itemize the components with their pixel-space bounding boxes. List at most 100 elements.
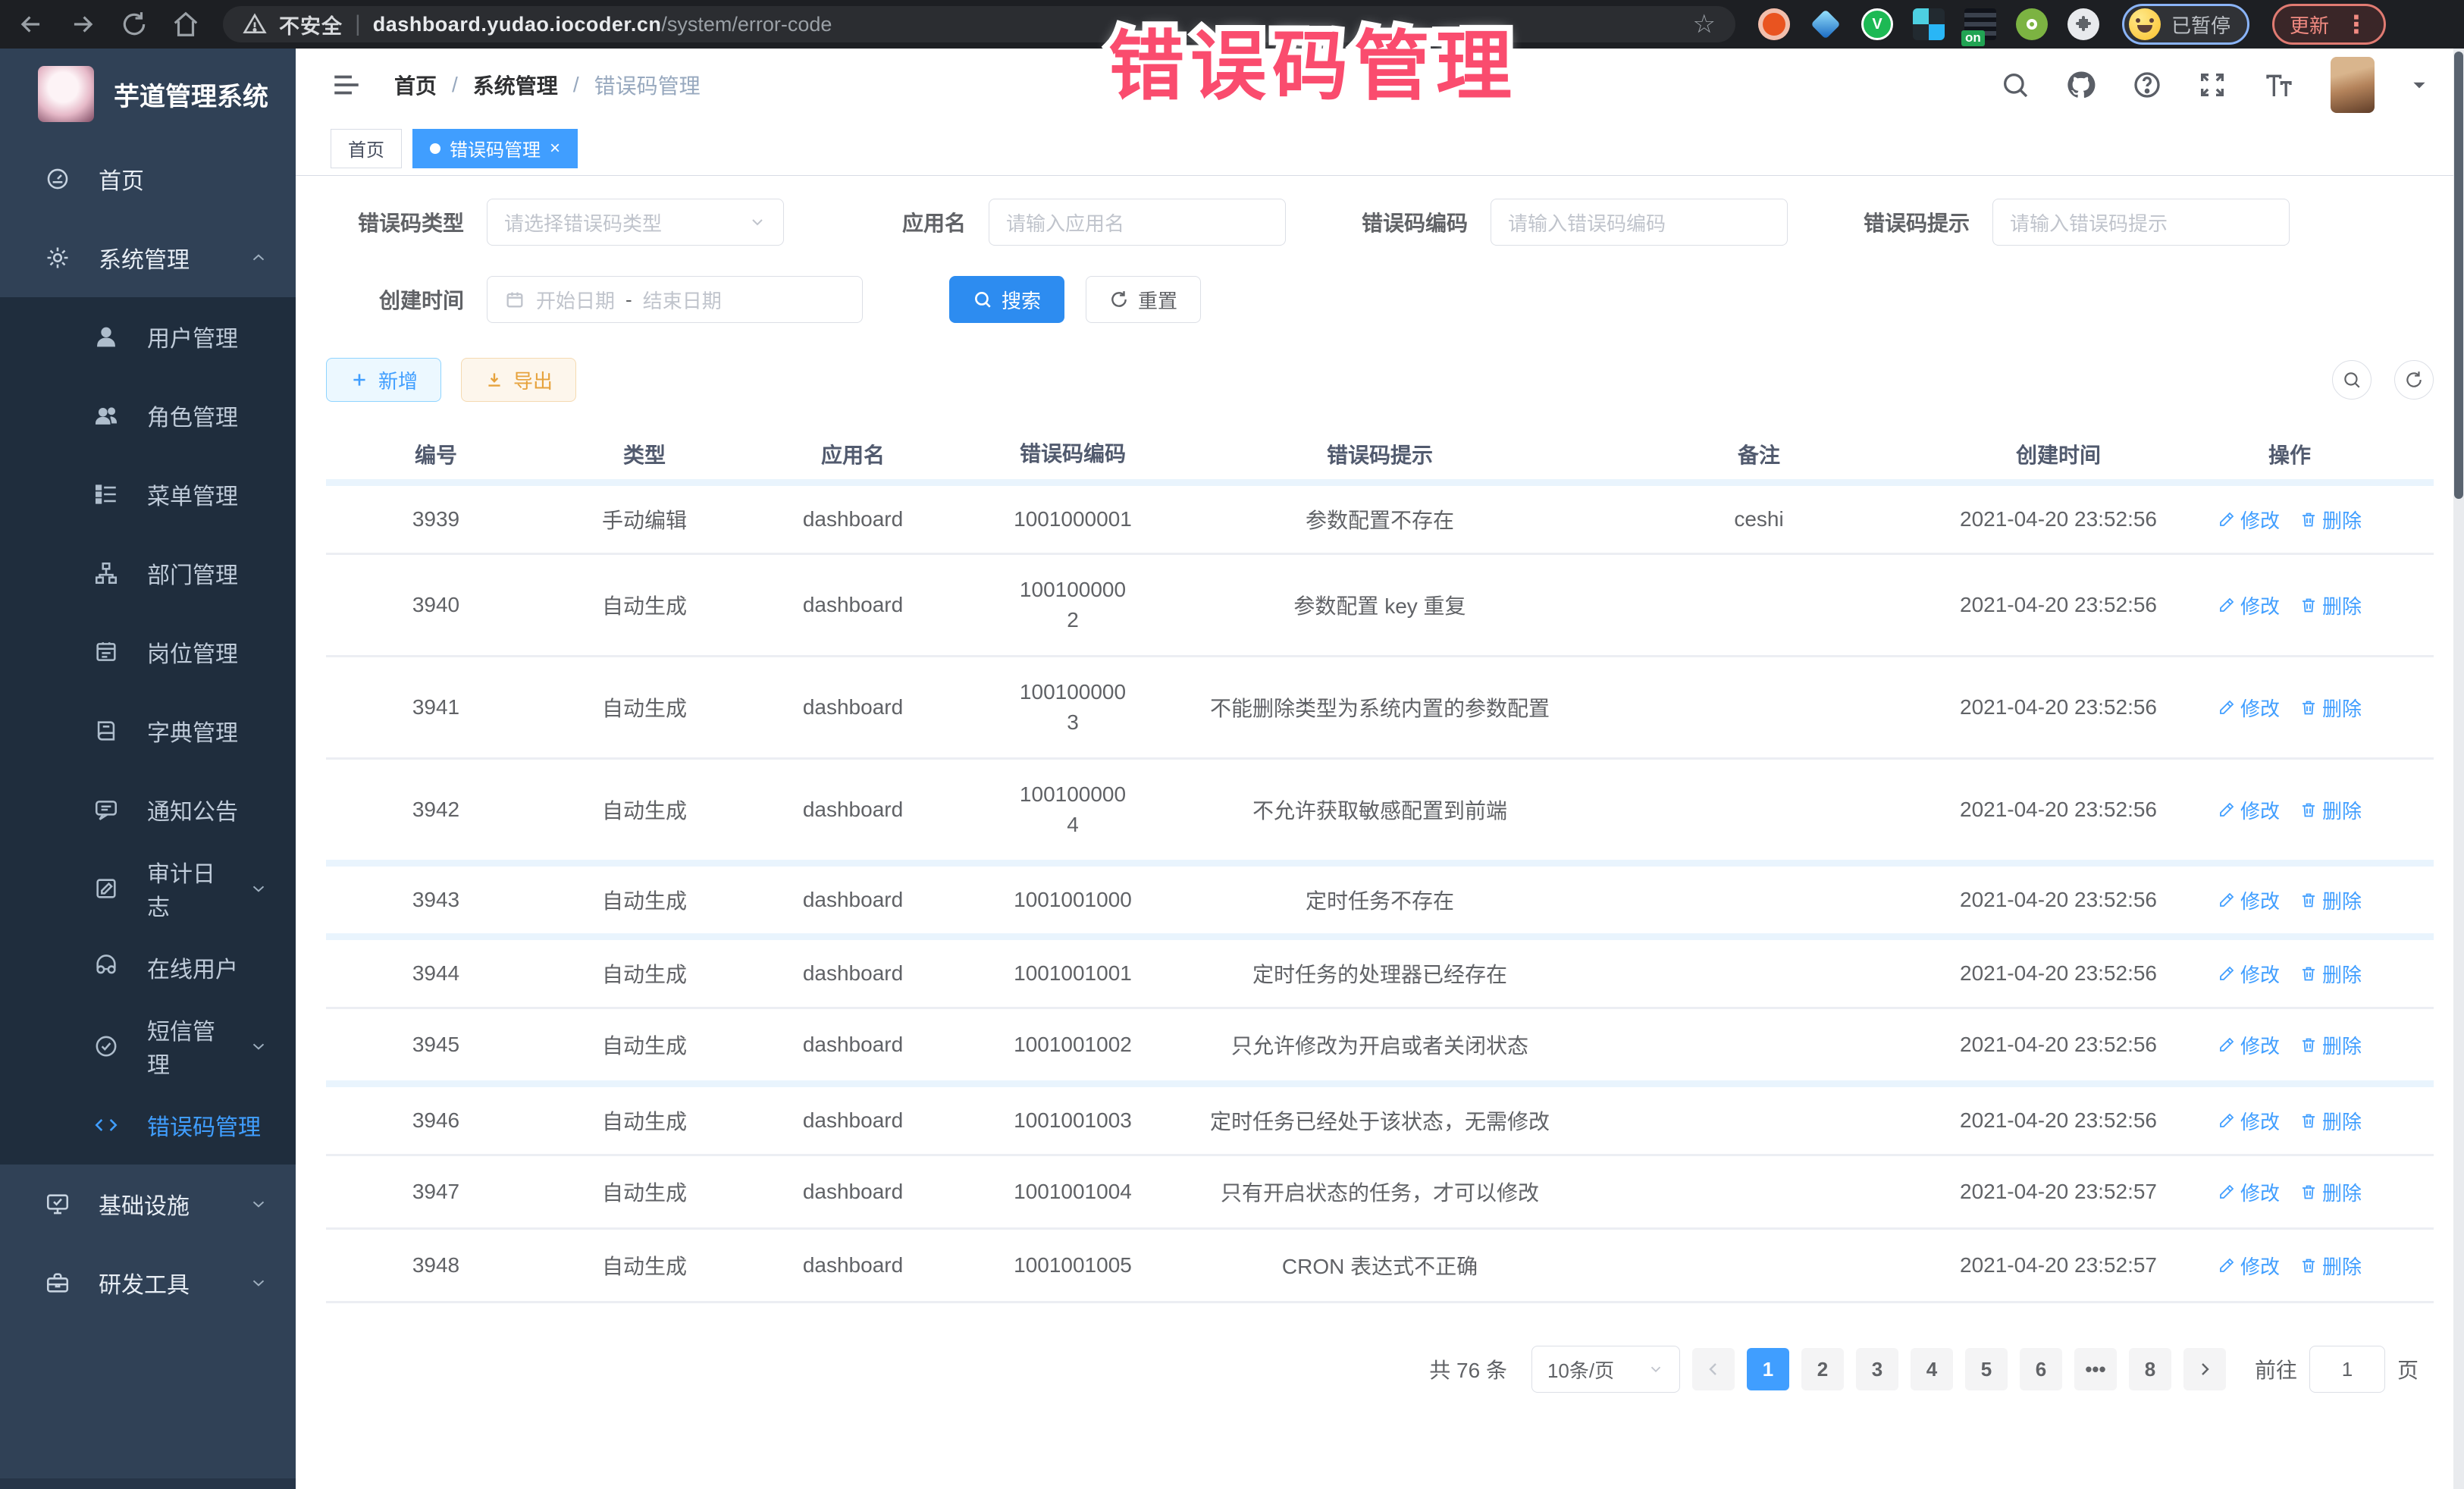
- add-button[interactable]: 新增: [326, 358, 441, 402]
- caret-down-icon[interactable]: [2409, 75, 2429, 95]
- goto-page-input[interactable]: [2309, 1346, 2385, 1393]
- page-button-2[interactable]: 2: [1801, 1348, 1844, 1390]
- table-search-toggle-button[interactable]: [2332, 360, 2372, 400]
- table-refresh-button[interactable]: [2394, 360, 2434, 400]
- sidebar-item-infrastructure[interactable]: 基础设施: [0, 1165, 296, 1243]
- prev-page-button[interactable]: [1692, 1348, 1735, 1390]
- sidebar-item-audit-log[interactable]: 审计日志: [0, 849, 296, 928]
- delete-link[interactable]: 删除: [2299, 591, 2362, 619]
- green-v-extension-icon[interactable]: V: [1861, 8, 1893, 40]
- edit-link[interactable]: 修改: [2218, 960, 2280, 988]
- security-label[interactable]: 不安全: [279, 10, 343, 39]
- sidebar-item-positions[interactable]: 岗位管理: [0, 613, 296, 691]
- user-avatar[interactable]: [2331, 57, 2375, 113]
- edit-link[interactable]: 修改: [2218, 591, 2280, 619]
- sidebar-item-departments[interactable]: 部门管理: [0, 534, 296, 613]
- address-bar[interactable]: 不安全 | dashboard.yudao.iocoder.cn/system/…: [223, 6, 1735, 42]
- sidebar-item-sms[interactable]: 短信管理: [0, 1007, 296, 1086]
- sidebar-item-label: 在线用户: [147, 951, 238, 984]
- page-button-6[interactable]: 6: [2020, 1348, 2062, 1390]
- sidebar-item-announcements[interactable]: 通知公告: [0, 770, 296, 849]
- sidebar-item-menus[interactable]: 菜单管理: [0, 455, 296, 534]
- page-scrollbar[interactable]: [2453, 49, 2464, 1489]
- grid-extension-icon[interactable]: [1913, 8, 1945, 40]
- page-button-4[interactable]: 4: [1911, 1348, 1953, 1390]
- kebab-menu-icon[interactable]: ⋮: [2344, 10, 2368, 39]
- tab-error-codes[interactable]: 错误码管理×: [412, 129, 578, 168]
- sidebar-item-roles[interactable]: 角色管理: [0, 376, 296, 455]
- sidebar-item-dictionary[interactable]: 字典管理: [0, 691, 296, 770]
- next-page-button[interactable]: [2183, 1348, 2226, 1390]
- search-button[interactable]: 搜索: [949, 276, 1064, 323]
- reload-icon[interactable]: [120, 10, 149, 39]
- adblock-extension-icon[interactable]: on: [1964, 8, 1996, 40]
- error-code-type-select[interactable]: 请选择错误码类型: [487, 199, 784, 246]
- gem-extension-icon[interactable]: [1810, 8, 1842, 40]
- error-code-input[interactable]: 请输入错误码编码: [1491, 199, 1788, 246]
- back-icon[interactable]: [17, 10, 45, 39]
- delete-link[interactable]: 删除: [2299, 1178, 2362, 1206]
- error-hint-input[interactable]: 请输入错误码提示: [1992, 199, 2290, 246]
- breadcrumb-system[interactable]: 系统管理: [473, 70, 558, 100]
- delete-link-label: 删除: [2322, 694, 2362, 722]
- page-button-5[interactable]: 5: [1965, 1348, 2008, 1390]
- profile-chip[interactable]: 已暂停: [2122, 4, 2249, 45]
- github-icon[interactable]: [2065, 69, 2097, 101]
- delete-link[interactable]: 删除: [2299, 1107, 2362, 1135]
- edit-link[interactable]: 修改: [2218, 1031, 2280, 1059]
- sidebar-item-system[interactable]: 系统管理: [0, 218, 296, 297]
- edit-link[interactable]: 修改: [2218, 694, 2280, 722]
- breadcrumb-home[interactable]: 首页: [394, 70, 437, 100]
- key-extension-icon[interactable]: [2016, 8, 2048, 40]
- edit-link[interactable]: 修改: [2218, 1107, 2280, 1135]
- edit-link[interactable]: 修改: [2218, 506, 2280, 534]
- page-ellipsis[interactable]: •••: [2074, 1348, 2117, 1390]
- page-button-8[interactable]: 8: [2129, 1348, 2171, 1390]
- cell-create-time: 2021-04-20 23:52:57: [1941, 1253, 2176, 1277]
- delete-icon: [2299, 1036, 2318, 1054]
- search-icon[interactable]: [2000, 70, 2030, 100]
- tab-home[interactable]: 首页: [331, 129, 402, 168]
- edit-link-label: 修改: [2240, 1178, 2280, 1206]
- delete-link[interactable]: 删除: [2299, 1031, 2362, 1059]
- home-icon[interactable]: [171, 10, 200, 39]
- export-button[interactable]: 导出: [461, 358, 576, 402]
- help-icon[interactable]: [2132, 70, 2162, 100]
- date-range-picker[interactable]: 开始日期 - 结束日期: [487, 276, 863, 323]
- edit-link[interactable]: 修改: [2218, 1178, 2280, 1206]
- sidebar-item-dev-tools[interactable]: 研发工具: [0, 1243, 296, 1322]
- sidebar-item-home[interactable]: 首页: [0, 139, 296, 218]
- edit-link[interactable]: 修改: [2218, 886, 2280, 914]
- delete-link[interactable]: 删除: [2299, 886, 2362, 914]
- delete-link[interactable]: 删除: [2299, 796, 2362, 824]
- fullscreen-icon[interactable]: [2197, 70, 2227, 100]
- sidebar-item-error-codes[interactable]: 错误码管理: [0, 1086, 296, 1165]
- edit-link[interactable]: 修改: [2218, 796, 2280, 824]
- bookmark-star-icon[interactable]: ☆: [1693, 9, 1716, 39]
- page-button-1[interactable]: 1: [1747, 1348, 1789, 1390]
- delete-link[interactable]: 删除: [2299, 1252, 2362, 1280]
- ubuntu-extension-icon[interactable]: [1758, 8, 1790, 40]
- scrollbar-thumb[interactable]: [2454, 52, 2463, 499]
- sidebar-item-online-users[interactable]: 在线用户: [0, 928, 296, 1007]
- puzzle-extension-icon[interactable]: [2067, 8, 2099, 40]
- url-text[interactable]: dashboard.yudao.iocoder.cn/system/error-…: [373, 13, 832, 36]
- delete-link[interactable]: 删除: [2299, 506, 2362, 534]
- app-name-input[interactable]: 请输入应用名: [989, 199, 1286, 246]
- delete-link[interactable]: 删除: [2299, 694, 2362, 722]
- page-button-3[interactable]: 3: [1856, 1348, 1898, 1390]
- sidebar-logo[interactable]: 芋道管理系统: [0, 49, 296, 139]
- font-size-icon[interactable]: [2262, 70, 2296, 100]
- date-start-placeholder[interactable]: 开始日期: [536, 286, 615, 314]
- edit-icon: [2218, 964, 2236, 983]
- page-size-select[interactable]: 10条/页: [1531, 1346, 1680, 1393]
- tab-close-icon[interactable]: ×: [550, 138, 560, 159]
- date-end-placeholder[interactable]: 结束日期: [643, 286, 722, 314]
- sidebar-item-users[interactable]: 用户管理: [0, 297, 296, 376]
- edit-link[interactable]: 修改: [2218, 1252, 2280, 1280]
- reset-button[interactable]: 重置: [1086, 276, 1201, 323]
- hamburger-icon[interactable]: [331, 69, 362, 101]
- delete-link[interactable]: 删除: [2299, 960, 2362, 988]
- browser-update-button[interactable]: 更新 ⋮: [2272, 4, 2386, 45]
- forward-icon[interactable]: [68, 10, 97, 39]
